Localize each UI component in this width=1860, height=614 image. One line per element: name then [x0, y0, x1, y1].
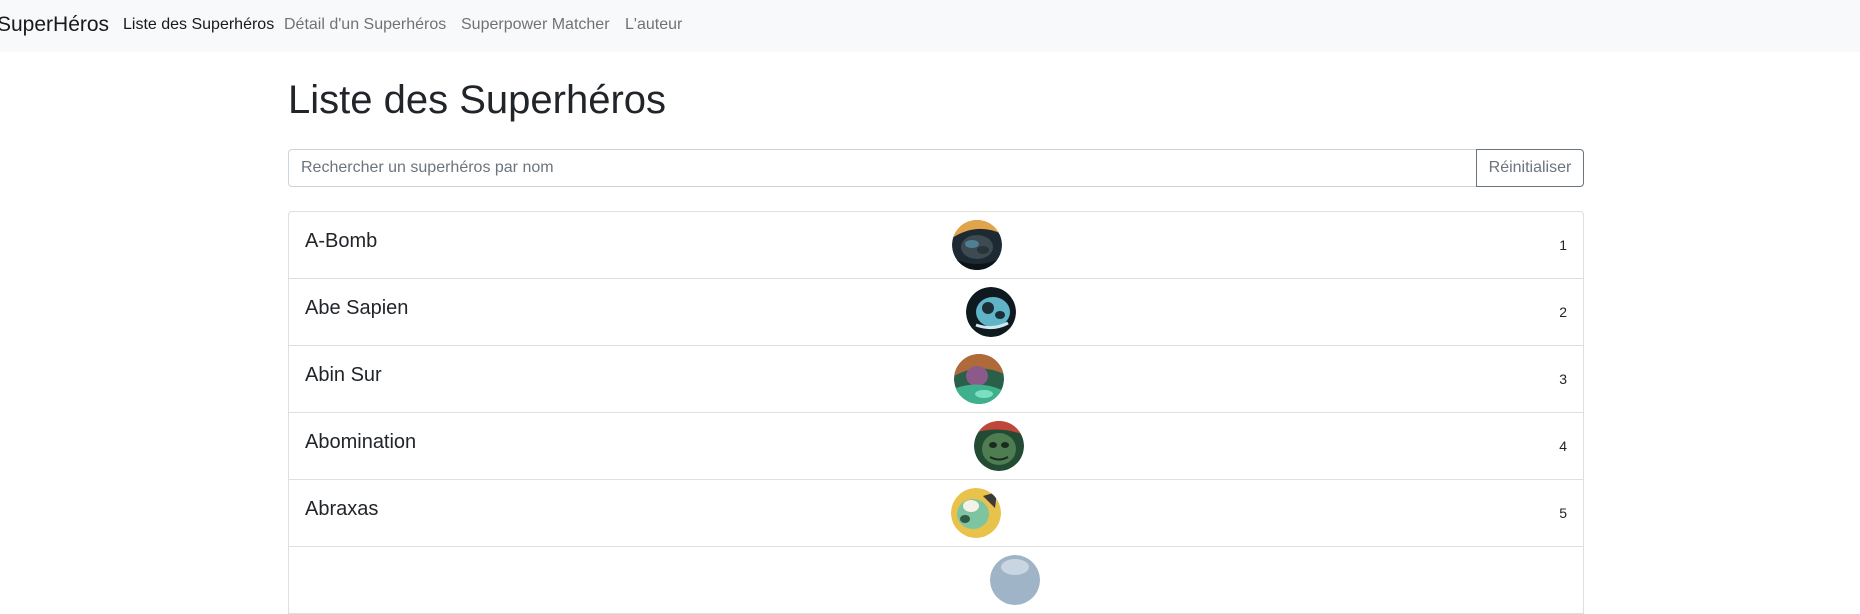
- hero-id: 5: [1559, 505, 1567, 521]
- reset-button[interactable]: Réinitialiser: [1476, 149, 1584, 187]
- nav-link-superpower-matcher[interactable]: Superpower Matcher: [461, 16, 610, 34]
- hero-avatar-image: [966, 287, 1016, 337]
- hero-id: 3: [1559, 371, 1567, 387]
- hero-avatar-image: [990, 555, 1040, 605]
- navbar: SuperHéros Liste des Superhéros Détail d…: [0, 0, 1860, 52]
- hero-name: Abomination: [305, 431, 417, 453]
- navbar-brand[interactable]: SuperHéros: [0, 13, 109, 37]
- search-input[interactable]: [288, 149, 1477, 187]
- search-group: Réinitialiser: [288, 149, 1584, 187]
- hero-list: A-Bomb 1 Abe Sapien 2 Abin Sur 3 Abomina…: [288, 211, 1584, 614]
- hero-avatar-image: [974, 421, 1024, 471]
- hero-name: Abe Sapien: [305, 297, 409, 319]
- nav-link-hero-list[interactable]: Liste des Superhéros: [123, 16, 274, 34]
- hero-avatar-image: [951, 488, 1001, 538]
- hero-avatar-image: [954, 354, 1004, 404]
- hero-list-item[interactable]: Abomination 4: [288, 413, 1584, 480]
- hero-list-item[interactable]: Abe Sapien 2: [288, 279, 1584, 346]
- hero-id: 4: [1559, 438, 1567, 454]
- page-title: Liste des Superhéros: [288, 78, 667, 122]
- hero-list-item[interactable]: Abraxas 5: [288, 480, 1584, 547]
- nav-link-author[interactable]: L'auteur: [625, 16, 682, 34]
- hero-name: A-Bomb: [305, 230, 378, 252]
- hero-list-item[interactable]: [288, 547, 1584, 614]
- hero-avatar-image: [952, 220, 1002, 270]
- hero-id: 2: [1559, 304, 1567, 320]
- hero-list-item[interactable]: Abin Sur 3: [288, 346, 1584, 413]
- hero-list-item[interactable]: A-Bomb 1: [288, 211, 1584, 279]
- hero-name: Abin Sur: [305, 364, 382, 386]
- hero-id: 1: [1559, 237, 1567, 253]
- nav-link-hero-detail[interactable]: Détail d'un Superhéros: [284, 16, 446, 34]
- hero-name: Abraxas: [305, 498, 379, 520]
